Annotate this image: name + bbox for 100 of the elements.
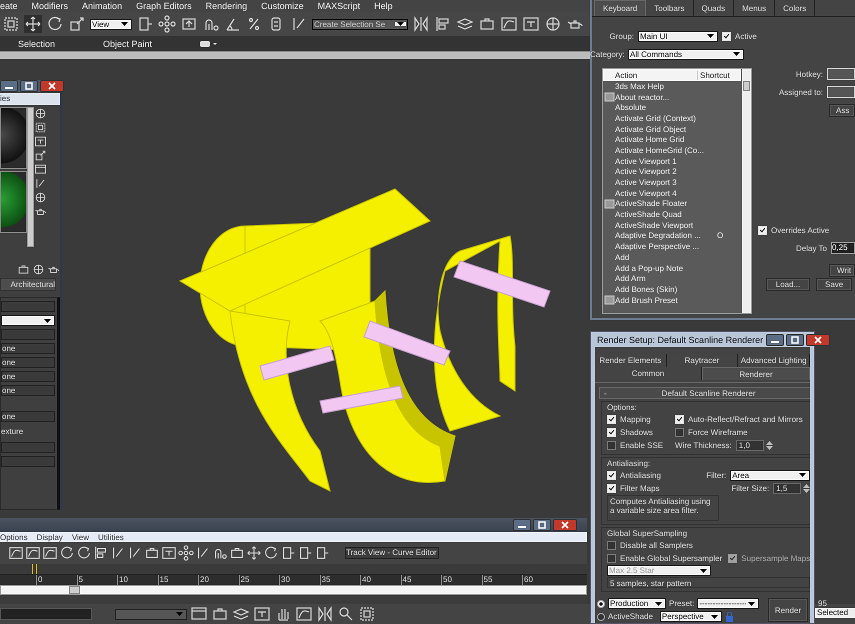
map-button[interactable]: one (1, 371, 55, 382)
scrollbar[interactable] (27, 107, 34, 247)
menu-item[interactable]: View (72, 532, 90, 542)
list-item[interactable]: Active Viewport 1 (603, 156, 741, 166)
menu-item[interactable]: Help (374, 1, 393, 11)
rotate-icon[interactable] (46, 15, 64, 33)
toolbox-icon[interactable] (229, 545, 245, 561)
edit-sets-icon[interactable] (34, 177, 47, 190)
list-item[interactable]: Add Bones (Skin) (603, 284, 741, 295)
pivot-icon[interactable] (280, 545, 296, 561)
menu-item[interactable]: eate (0, 1, 18, 11)
filter-dropdown[interactable]: Area (730, 470, 810, 480)
parameter-field[interactable] (1, 329, 55, 340)
reference-dropdown[interactable]: View (90, 18, 132, 30)
scroll-thumb[interactable] (743, 81, 750, 91)
curve-editor-icon[interactable] (500, 15, 518, 33)
mode-button[interactable]: Architectural (0, 278, 56, 291)
sphere-grid-icon[interactable] (34, 191, 47, 204)
align-icon[interactable] (93, 545, 109, 561)
close-icon[interactable] (40, 80, 64, 92)
maximize-icon[interactable] (20, 80, 38, 92)
parameter-field[interactable] (1, 442, 55, 453)
ribbon-toggle-icon[interactable] (200, 40, 218, 48)
render-button[interactable]: Render (768, 598, 808, 622)
list-item[interactable]: Adaptive Perspective ... (603, 241, 741, 252)
rollout-header[interactable]: - Default Scanline Renderer (599, 387, 810, 399)
ribbon-tab[interactable]: Object Paint (103, 39, 152, 49)
column-header[interactable]: Shortcut (697, 70, 741, 80)
radio-button[interactable] (597, 600, 605, 608)
view-dropdown[interactable]: Perspective (660, 611, 722, 622)
sphere-grid-icon[interactable] (32, 263, 45, 276)
minimize-icon[interactable] (766, 334, 784, 346)
list-item[interactable]: Activate Grid (Context) (603, 113, 741, 124)
list-item[interactable]: Activate Home Grid (603, 134, 741, 146)
mirror-icon[interactable] (316, 605, 334, 623)
load-button[interactable]: Load... (766, 278, 810, 290)
scroll-thumb[interactable] (69, 586, 80, 594)
menu-item[interactable]: Options (0, 532, 28, 542)
scale-icon[interactable] (68, 15, 86, 33)
save-button[interactable]: Save (816, 278, 852, 290)
menu-item[interactable]: Graph Editors (136, 1, 192, 11)
checkbox[interactable] (607, 440, 616, 450)
keyframe-marker[interactable] (32, 564, 37, 574)
menu-item[interactable]: Animation (82, 1, 122, 11)
list-item[interactable]: Activate Grid Object (603, 124, 741, 134)
checkbox[interactable] (607, 554, 616, 562)
selection-set-dropdown[interactable]: Create Selection Se (312, 18, 408, 30)
list-item[interactable]: Add a Pop-up Note (603, 262, 741, 274)
curve-editor-icon[interactable] (295, 605, 313, 623)
map-button[interactable]: one (1, 411, 55, 422)
mirror-icon[interactable] (412, 15, 430, 33)
render-frame-icon[interactable] (34, 163, 47, 176)
sphere-grid-icon[interactable] (544, 15, 562, 33)
ribbon-tab[interactable]: Selection (18, 39, 56, 49)
schematic-icon[interactable] (161, 545, 177, 561)
list-item[interactable]: ActiveShade Quad (603, 209, 741, 220)
curve-editor-icon[interactable] (25, 545, 41, 561)
assign-button[interactable]: Ass (829, 104, 855, 116)
radio-button[interactable] (597, 612, 605, 620)
list-item[interactable]: Activate HomeGrid (Co... (603, 145, 741, 156)
map-button[interactable]: one (1, 357, 55, 368)
tab[interactable]: Advanced Lighting (738, 354, 810, 367)
column-header[interactable]: Action (603, 70, 697, 80)
menu-item[interactable]: Utilities (98, 532, 124, 542)
tab[interactable]: Keyboard (594, 0, 646, 16)
maximize-icon[interactable] (786, 334, 804, 346)
parameter-field[interactable] (1, 301, 55, 312)
select-region-icon[interactable] (2, 15, 20, 33)
checkbox[interactable] (607, 540, 616, 550)
select-region-icon[interactable] (358, 605, 376, 623)
scrollbar[interactable] (742, 69, 751, 313)
tab[interactable]: Renderer (702, 367, 810, 380)
list-item[interactable]: About reactor... (603, 92, 741, 102)
map-button[interactable]: one (1, 385, 55, 396)
key-filter-field[interactable] (0, 608, 92, 620)
close-icon[interactable] (553, 519, 577, 531)
sphere-grid-icon[interactable] (34, 107, 47, 120)
schematic-icon[interactable] (253, 605, 271, 623)
shader-dropdown[interactable] (1, 315, 55, 326)
list-item[interactable]: Active Viewport 4 (603, 188, 741, 199)
pivot-icon[interactable] (314, 545, 330, 561)
menu-item[interactable]: Display (36, 532, 63, 542)
map-button[interactable]: one (1, 343, 55, 354)
parameter-field[interactable] (1, 456, 55, 467)
write-button[interactable]: Writ (829, 264, 855, 276)
delay-field[interactable]: 0,25 (831, 242, 855, 254)
list-item[interactable]: Active Viewport 3 (603, 177, 741, 188)
group-dropdown[interactable]: Main UI (638, 30, 718, 42)
selection-field[interactable]: Selected (815, 608, 855, 618)
list-item[interactable]: ActiveShade Viewport (603, 220, 741, 231)
minimize-icon[interactable] (513, 519, 531, 531)
title-field[interactable]: Track View - Curve Editor (345, 547, 439, 559)
link-icon[interactable] (178, 545, 194, 561)
maximize-icon[interactable] (533, 519, 551, 531)
menu-item[interactable]: MAXScript (318, 1, 360, 11)
move-icon[interactable] (246, 545, 262, 561)
scrollbar[interactable] (0, 585, 587, 595)
toolbox-icon[interactable] (144, 545, 160, 561)
select-region-icon[interactable] (34, 121, 47, 134)
zoom-icon[interactable] (337, 605, 355, 623)
